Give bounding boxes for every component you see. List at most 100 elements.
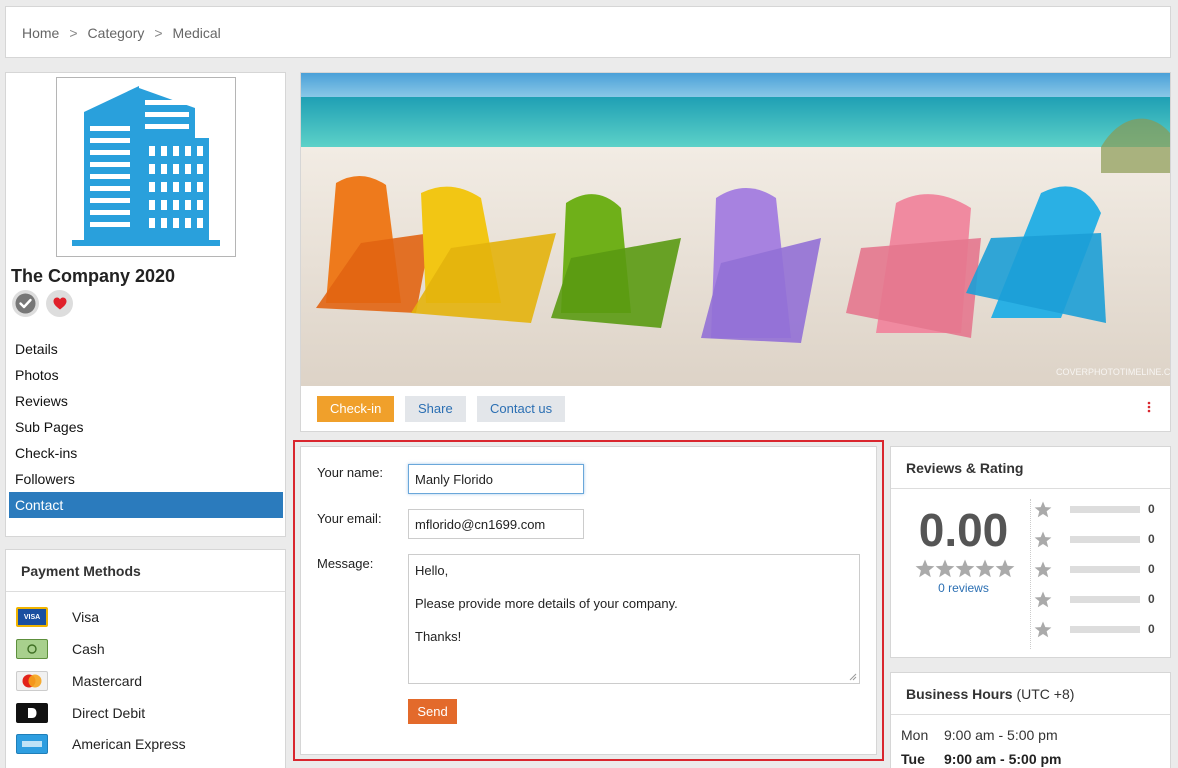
breadcrumb-category[interactable]: Category bbox=[88, 25, 145, 41]
reviews-panel: Reviews & Rating 0.00 0 reviews 0 0 0 0 … bbox=[890, 446, 1171, 658]
star-icon bbox=[1034, 530, 1052, 547]
email-input[interactable] bbox=[408, 509, 584, 539]
send-button[interactable]: Send bbox=[408, 699, 457, 724]
star-icon bbox=[1034, 500, 1052, 517]
message-textarea[interactable]: Hello, Please provide more details of yo… bbox=[408, 554, 860, 684]
nav-item-details[interactable]: Details bbox=[9, 336, 283, 362]
rating-count: 0 bbox=[1148, 562, 1155, 576]
star-icon bbox=[1034, 560, 1052, 577]
star-icon bbox=[1034, 620, 1052, 637]
more-options-icon[interactable] bbox=[1147, 401, 1151, 413]
rating-bar bbox=[1070, 565, 1140, 573]
nav-item-followers[interactable]: Followers bbox=[9, 466, 283, 492]
rating-breakdown-row: 0 bbox=[1034, 559, 1164, 579]
star-icon bbox=[975, 559, 995, 578]
heart-icon bbox=[53, 297, 66, 310]
message-label: Message: bbox=[317, 556, 374, 571]
star-icon bbox=[915, 559, 935, 578]
hours-row-today: Tue 9:00 am - 5:00 pm bbox=[901, 751, 1062, 767]
profile-panel: The Company 2020 Details Photos Reviews … bbox=[5, 72, 286, 537]
breadcrumb-separator: > bbox=[69, 25, 78, 41]
nav-item-contact[interactable]: Contact bbox=[9, 492, 283, 518]
direct-debit-symbol bbox=[28, 708, 37, 718]
reviews-title: Reviews & Rating bbox=[891, 447, 1170, 489]
reviews-count-link[interactable]: 0 reviews bbox=[891, 581, 1036, 595]
cash-symbol bbox=[27, 644, 37, 654]
rating-bar bbox=[1070, 505, 1140, 513]
beach-chairs-image: COVERPHOTOTIMELINE.COM bbox=[301, 73, 1170, 386]
hours-time: 9:00 am - 5:00 pm bbox=[944, 727, 1058, 743]
mastercard-circles bbox=[22, 674, 42, 688]
breadcrumb-separator: > bbox=[154, 25, 163, 41]
nav-item-sub-pages[interactable]: Sub Pages bbox=[9, 414, 283, 440]
amex-band bbox=[22, 741, 42, 747]
rating-stars bbox=[915, 559, 1015, 578]
business-hours-timezone: (UTC +8) bbox=[1016, 686, 1075, 702]
share-button[interactable]: Share bbox=[405, 396, 466, 422]
star-icon bbox=[1034, 590, 1052, 607]
cash-icon bbox=[16, 639, 48, 659]
hours-row: Mon 9:00 am - 5:00 pm bbox=[901, 727, 1058, 743]
hours-time: 9:00 am - 5:00 pm bbox=[944, 751, 1062, 767]
claimed-button[interactable] bbox=[12, 290, 39, 317]
payment-method-label: Direct Debit bbox=[72, 705, 146, 721]
name-input[interactable] bbox=[408, 464, 584, 494]
building-icon bbox=[72, 86, 220, 246]
rating-bar bbox=[1070, 535, 1140, 543]
rating-breakdown-row: 0 bbox=[1034, 619, 1164, 639]
payment-method-label: Visa bbox=[72, 609, 99, 625]
cover-photo: COVERPHOTOTIMELINE.COM bbox=[301, 73, 1170, 386]
rating-breakdown-row: 0 bbox=[1034, 529, 1164, 549]
check-in-button[interactable]: Check-in bbox=[317, 396, 395, 422]
star-icon bbox=[955, 559, 975, 578]
rating-count: 0 bbox=[1148, 532, 1155, 546]
payment-method-mastercard: Mastercard bbox=[16, 669, 142, 693]
contact-us-button[interactable]: Contact us bbox=[477, 396, 566, 422]
hours-day: Tue bbox=[901, 751, 925, 767]
company-name: The Company 2020 bbox=[11, 266, 176, 286]
nav-item-check-ins[interactable]: Check-ins bbox=[9, 440, 283, 466]
message-line: Hello, bbox=[415, 563, 449, 578]
payment-method-amex: American Express bbox=[16, 732, 186, 756]
payment-method-label: American Express bbox=[72, 736, 186, 752]
breadcrumb-current: Medical bbox=[172, 25, 221, 41]
favorite-button[interactable] bbox=[46, 290, 73, 317]
rating-breakdown-row: 0 bbox=[1034, 499, 1164, 519]
rating-score: 0.00 bbox=[918, 504, 1009, 556]
business-hours-title: Business Hours bbox=[906, 686, 1013, 702]
payment-method-label: Cash bbox=[72, 641, 105, 657]
rating-count: 0 bbox=[1148, 502, 1155, 516]
hours-day: Mon bbox=[901, 727, 929, 743]
amex-icon bbox=[16, 734, 48, 754]
business-hours-header: Business Hours (UTC +8) bbox=[891, 673, 1170, 715]
rating-count: 0 bbox=[1148, 622, 1155, 636]
rating-count: 0 bbox=[1148, 592, 1155, 606]
nav-item-reviews[interactable]: Reviews bbox=[9, 388, 283, 414]
rating-bar bbox=[1070, 595, 1140, 603]
nav-item-photos[interactable]: Photos bbox=[9, 362, 283, 388]
payment-method-label: Mastercard bbox=[72, 673, 143, 689]
message-line: Please provide more details of your comp… bbox=[415, 596, 678, 611]
payment-method-visa: VISA Visa bbox=[16, 605, 99, 629]
company-logo bbox=[56, 77, 236, 257]
message-line: Thanks! bbox=[415, 629, 462, 644]
profile-nav: Details Photos Reviews Sub Pages Check-i… bbox=[9, 336, 283, 518]
rating-breakdown-row: 0 bbox=[1034, 589, 1164, 609]
visa-icon: VISA bbox=[16, 607, 48, 627]
email-label: Your email: bbox=[317, 511, 382, 526]
reviews-divider bbox=[1030, 499, 1031, 649]
cover-panel: COVERPHOTOTIMELINE.COM Check-in Share Co… bbox=[300, 72, 1171, 432]
business-hours-panel: Business Hours (UTC +8) Mon 9:00 am - 5:0… bbox=[890, 672, 1171, 768]
payment-methods-panel: Payment Methods VISA Visa Cash Mastercar… bbox=[5, 549, 286, 768]
check-icon bbox=[15, 293, 36, 314]
breadcrumb: Home > Category > Medical bbox=[5, 6, 1171, 58]
payment-method-cash: Cash bbox=[16, 637, 105, 661]
rating-bar bbox=[1070, 625, 1140, 633]
resize-handle-icon[interactable] bbox=[849, 673, 857, 681]
cover-watermark: COVERPHOTOTIMELINE.COM bbox=[1056, 367, 1170, 377]
breadcrumb-home[interactable]: Home bbox=[22, 25, 59, 41]
contact-form: Your name: Your email: Message: Hello, P… bbox=[300, 446, 877, 755]
star-icon bbox=[935, 559, 955, 578]
payment-methods-title: Payment Methods bbox=[6, 550, 285, 592]
direct-debit-icon bbox=[16, 703, 48, 723]
